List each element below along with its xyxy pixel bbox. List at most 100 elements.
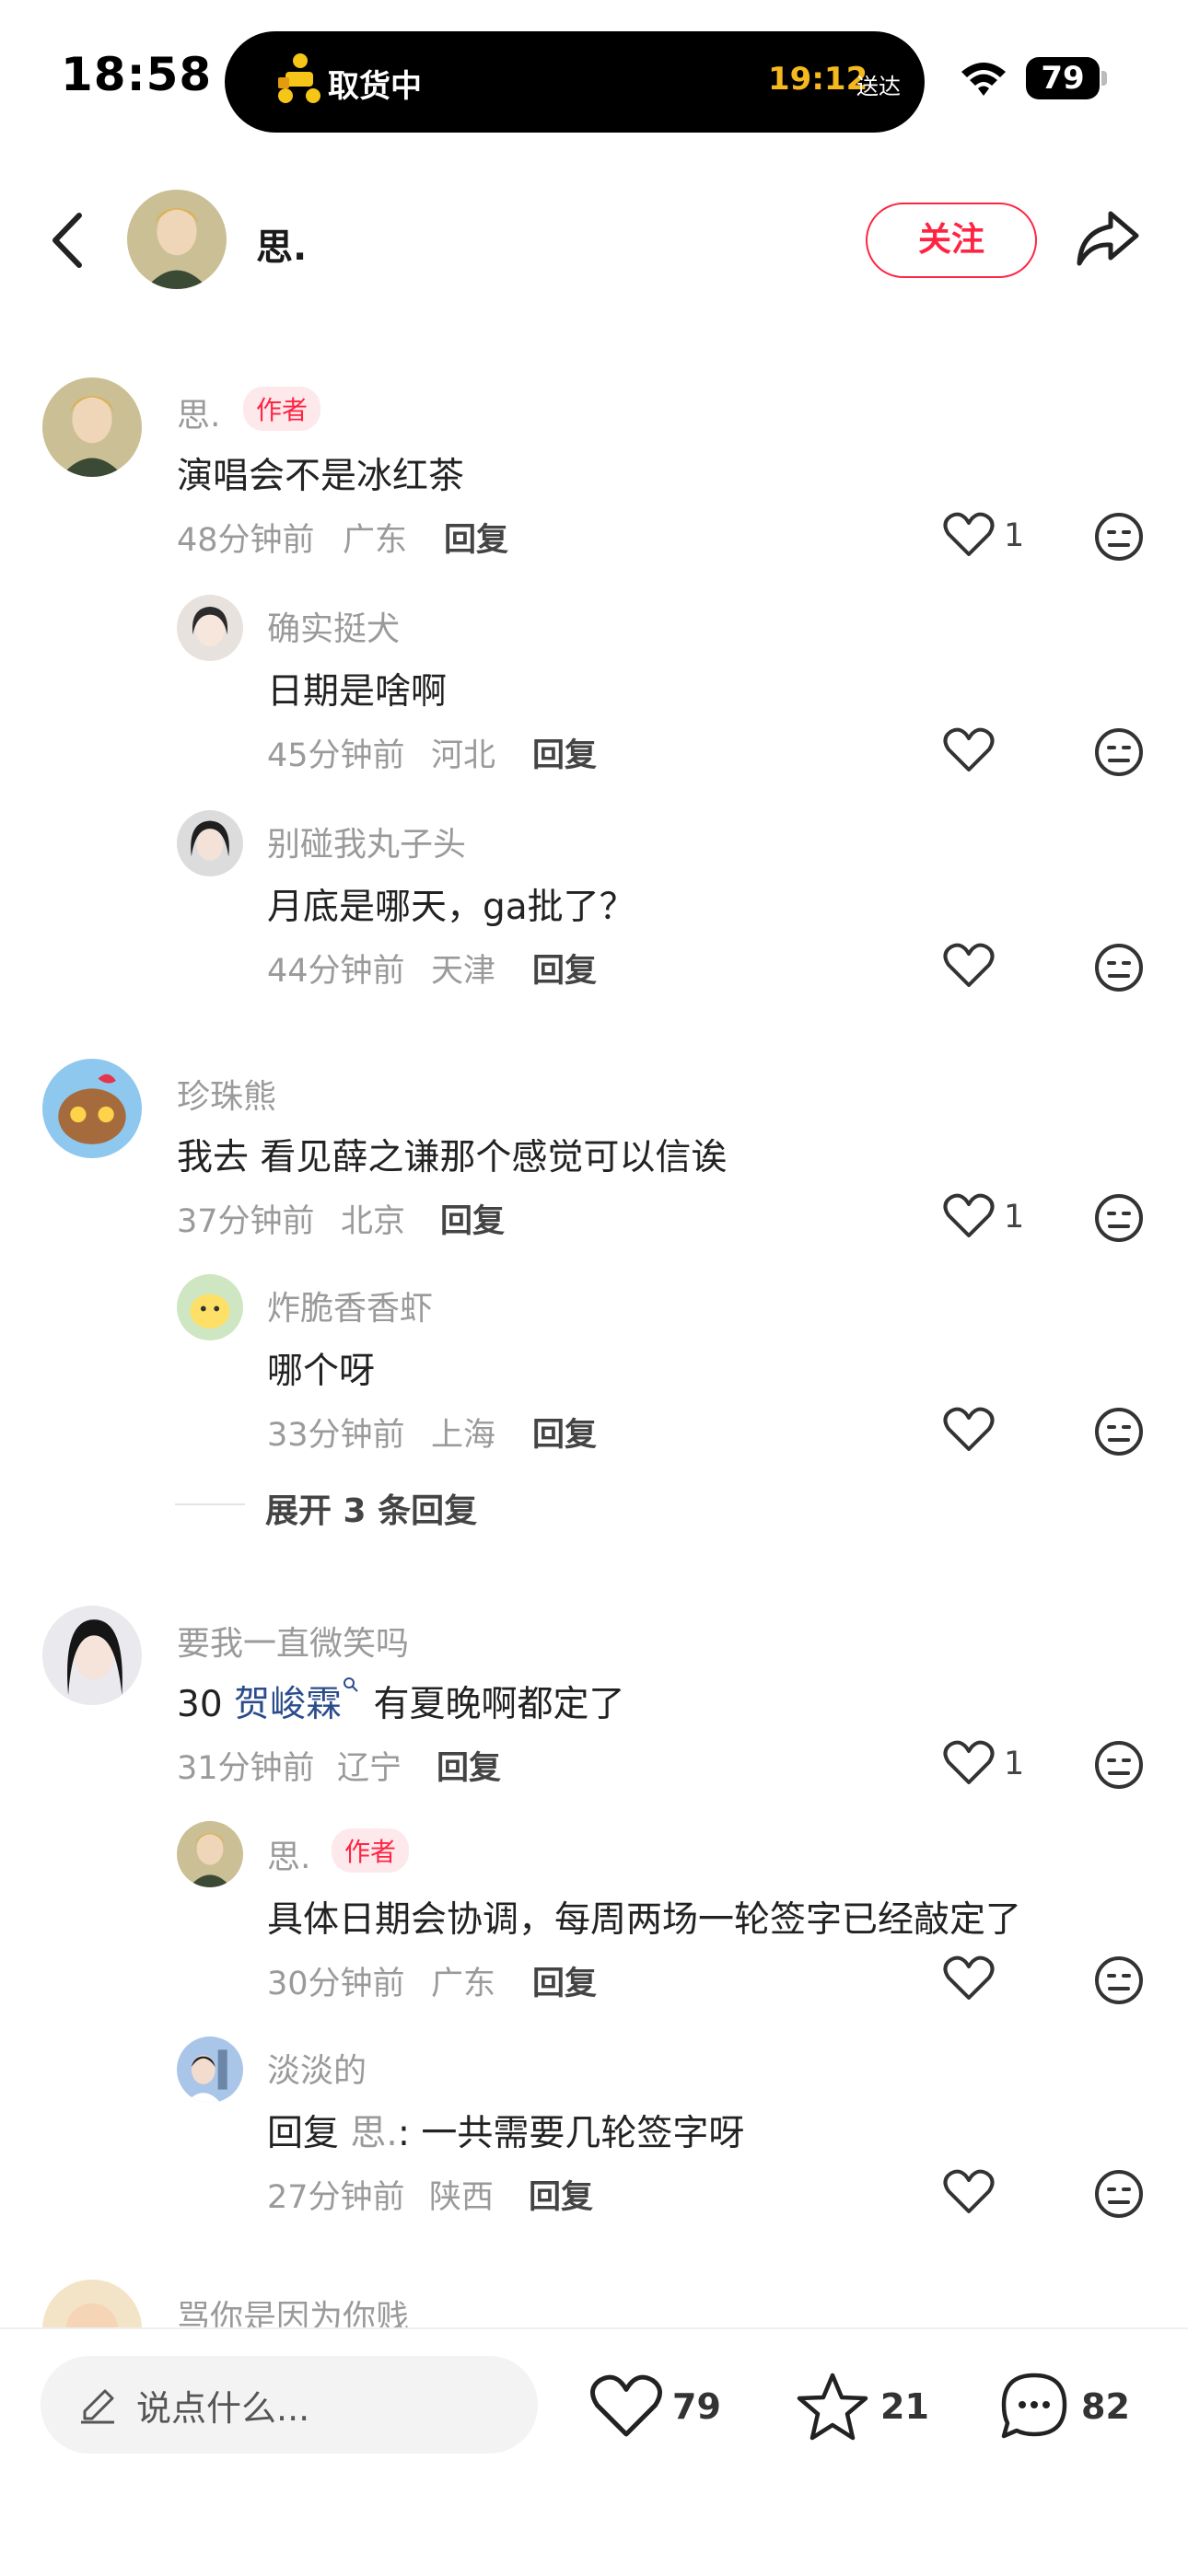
island-status-label: 取货中 (328, 68, 422, 105)
wifi-icon (961, 63, 1006, 96)
comment-total: 82 (1081, 2386, 1130, 2427)
comment-location: 天津 (431, 953, 496, 990)
dynamic-island[interactable]: 取货中 19:12 送达 (225, 31, 925, 133)
search-icon (344, 1677, 358, 1692)
comment-text[interactable]: 我去 看见薛之谦那个感觉可以信诶 (177, 1129, 727, 1180)
heart-icon[interactable] (943, 1407, 995, 1453)
pencil-icon (81, 2389, 114, 2424)
avatar[interactable] (42, 1606, 142, 1705)
avatar[interactable] (177, 1821, 243, 1887)
expand-replies-button[interactable]: 展开 3 条回复 (265, 1484, 477, 1532)
reply-button[interactable]: 回复 (532, 945, 597, 992)
comment-location: 广东 (431, 1966, 496, 2002)
expand-divider (175, 1503, 245, 1505)
avatar[interactable] (177, 810, 243, 876)
like-count: 1 (1004, 517, 1025, 554)
comment-username[interactable]: 珍珠熊 (177, 1070, 276, 1118)
comment-username[interactable]: 别碰我丸子头 (267, 818, 466, 865)
reply-button[interactable]: 回复 (532, 729, 597, 776)
comment-text[interactable]: 30 贺峻霖 有夏晚啊都定了 (177, 1676, 624, 1727)
status-time: 18:58 (61, 48, 213, 101)
comment-location: 广东 (343, 522, 408, 559)
like-total: 79 (672, 2386, 721, 2427)
mention-link[interactable]: 贺峻霖 (234, 1684, 342, 1725)
author-name[interactable]: 思. (256, 217, 307, 271)
heart-icon[interactable] (943, 1740, 995, 1786)
comment-username[interactable]: 淡淡的 (267, 2044, 367, 2092)
comment-time: 31分钟前 (177, 1750, 315, 1787)
comment-text[interactable]: 日期是啥啊 (267, 663, 447, 714)
face-icon[interactable] (1094, 1407, 1144, 1456)
heart-icon[interactable] (943, 1955, 995, 2002)
comment-input-placeholder: 说点什么... (136, 2388, 310, 2429)
comment-text[interactable]: 回复 思.: 一共需要几轮签字呀 (267, 2105, 744, 2156)
battery-icon: 79 (1026, 57, 1109, 99)
comment-location: 上海 (431, 1417, 496, 1454)
comment-location: 北京 (341, 1203, 406, 1240)
avatar[interactable] (177, 2036, 243, 2103)
reply-prefix: 回复 (267, 2113, 351, 2154)
like-count: 1 (1004, 1199, 1025, 1236)
bottom-action-bar: 说点什么... 79 21 82 (0, 2327, 1188, 2576)
avatar[interactable] (42, 377, 142, 477)
collect-total: 21 (880, 2386, 929, 2427)
face-icon[interactable] (1094, 512, 1144, 562)
comment-username[interactable]: 确实挺犬 (267, 602, 400, 650)
face-icon[interactable] (1094, 943, 1144, 992)
avatar[interactable] (42, 1059, 142, 1158)
heart-icon[interactable] (943, 2169, 995, 2215)
comment-location: 辽宁 (337, 1750, 402, 1787)
back-icon[interactable] (46, 208, 90, 273)
heart-icon[interactable] (943, 943, 995, 989)
comment-username[interactable]: 要我一直微笑吗 (177, 1617, 409, 1665)
follow-button[interactable]: 关注 (866, 203, 1037, 278)
comment-time: 37分钟前 (177, 1203, 315, 1240)
comment-time: 30分钟前 (267, 1966, 405, 2002)
comment-location: 陕西 (429, 2179, 495, 2216)
reply-button[interactable]: 回复 (440, 1195, 505, 1242)
heart-icon[interactable] (943, 512, 995, 558)
reply-button[interactable]: 回复 (532, 1409, 597, 1456)
author-avatar[interactable] (127, 190, 227, 289)
reply-to-username[interactable]: 思. (350, 2113, 397, 2154)
face-icon[interactable] (1094, 1740, 1144, 1790)
heart-icon[interactable] (943, 1193, 995, 1239)
author-badge: 作者 (243, 387, 321, 431)
battery-level: 79 (1026, 57, 1100, 99)
island-eta-suffix: 送达 (856, 74, 901, 99)
comment-time: 33分钟前 (267, 1417, 405, 1454)
like-count: 1 (1004, 1746, 1025, 1782)
comment-text[interactable]: 演唱会不是冰红茶 (177, 447, 464, 499)
comment-text[interactable]: 月底是哪天，ga批了？ (267, 878, 635, 930)
comment-input[interactable]: 说点什么... (41, 2356, 538, 2454)
avatar[interactable] (177, 1274, 243, 1340)
avatar[interactable] (177, 595, 243, 661)
comment-location: 河北 (431, 737, 496, 774)
reply-button[interactable]: 回复 (437, 1742, 501, 1789)
heart-icon[interactable] (589, 2373, 663, 2440)
comment-text-prefix: 30 (177, 1684, 235, 1725)
comment-username[interactable]: 思. (177, 389, 220, 436)
share-icon[interactable] (1074, 208, 1140, 269)
island-eta-time: 19:12 (768, 61, 868, 98)
reply-button[interactable]: 回复 (444, 514, 508, 561)
star-icon[interactable] (796, 2372, 869, 2442)
scooter-icon (278, 53, 320, 103)
face-icon[interactable] (1094, 2169, 1144, 2219)
reply-button[interactable]: 回复 (532, 1957, 597, 2004)
comment-time: 48分钟前 (177, 522, 315, 559)
face-icon[interactable] (1094, 1193, 1144, 1243)
comment-text[interactable]: 哪个呀 (267, 1342, 375, 1394)
comment-text-suffix: 有夏晚啊都定了 (362, 1684, 625, 1725)
reply-button[interactable]: 回复 (529, 2171, 593, 2218)
comment-username[interactable]: 炸脆香香虾 (267, 1282, 433, 1329)
comment-username[interactable]: 思. (267, 1830, 310, 1878)
face-icon[interactable] (1094, 1955, 1144, 2005)
face-icon[interactable] (1094, 727, 1144, 777)
comment-text[interactable]: 具体日期会协调，每周两场一轮签字已经敲定了 (267, 1891, 1021, 1943)
heart-icon[interactable] (943, 727, 995, 773)
comment-time: 45分钟前 (267, 737, 405, 774)
comment-time: 44分钟前 (267, 953, 405, 990)
chat-icon[interactable] (998, 2370, 1070, 2442)
comment-time: 27分钟前 (267, 2179, 405, 2216)
